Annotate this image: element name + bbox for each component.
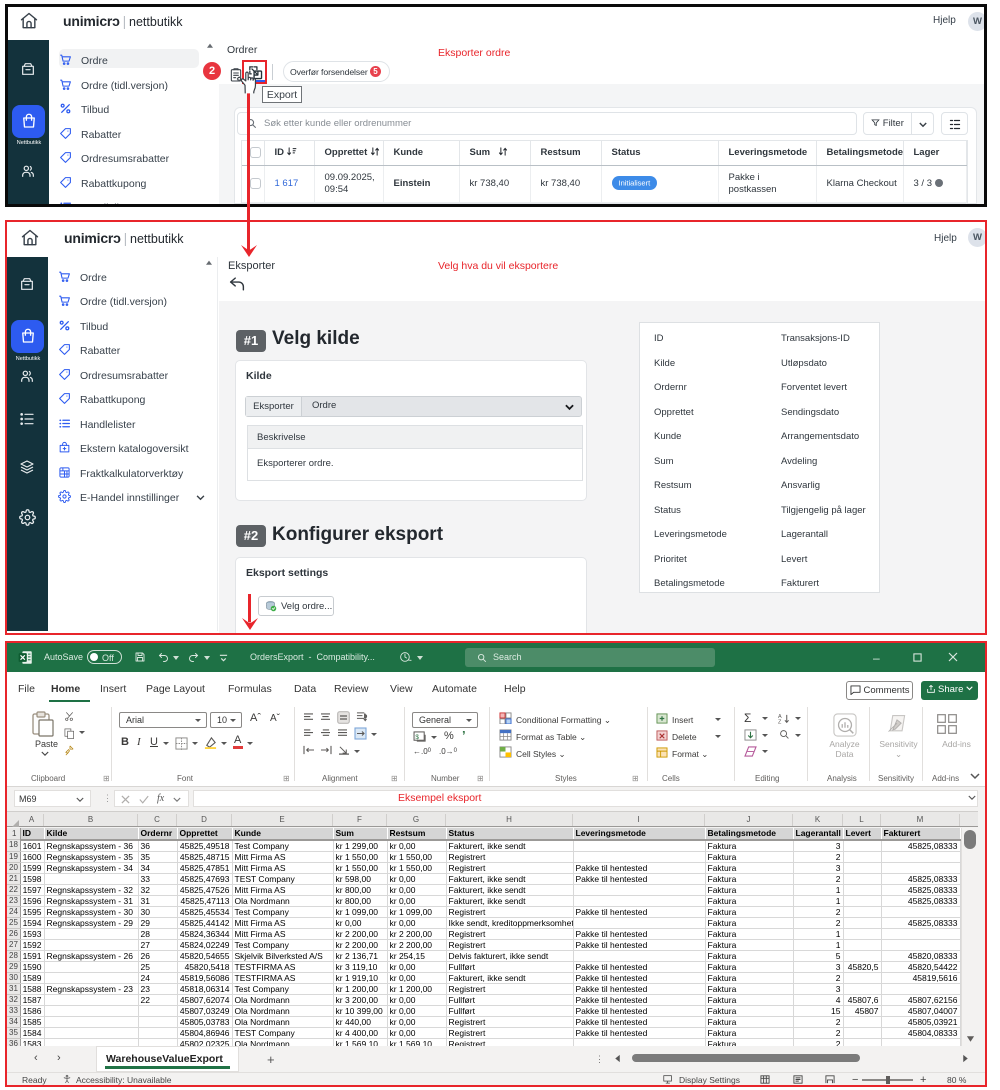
- svg-text:$: $: [415, 734, 419, 741]
- svg-text:b: b: [364, 714, 367, 719]
- svg-text:Z: Z: [778, 720, 782, 724]
